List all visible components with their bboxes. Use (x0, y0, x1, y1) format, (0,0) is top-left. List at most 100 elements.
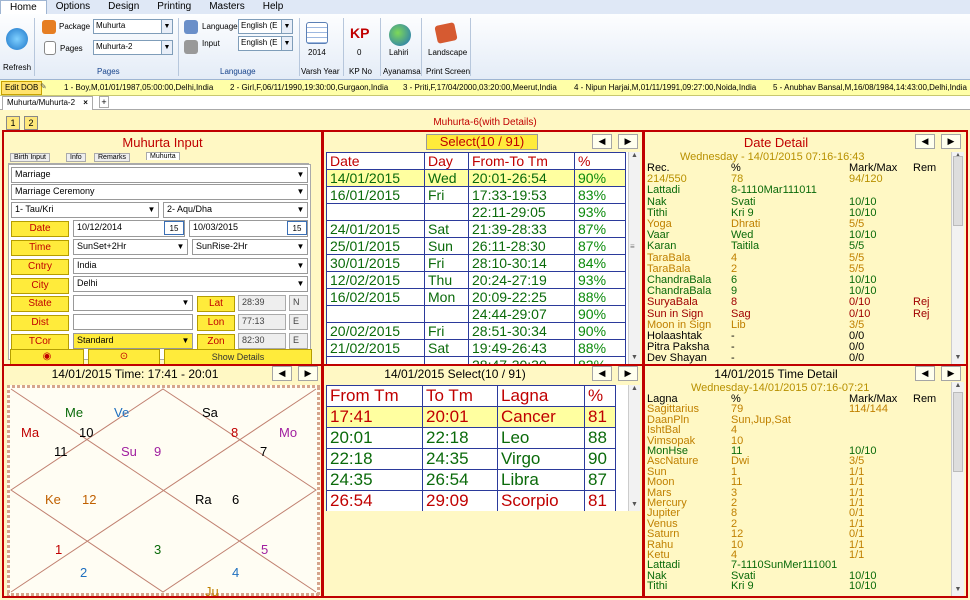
table-row[interactable]: 24:35 26:54 Libra 87 (326, 469, 616, 491)
scroll-down-icon[interactable]: ▼ (629, 354, 640, 364)
date-from-input[interactable]: 10/12/2014 15 (73, 220, 185, 237)
lagna-scrollbar[interactable]: ▲ ▼ (628, 385, 640, 511)
tab-add-icon[interactable]: + (99, 96, 109, 108)
calendar-icon[interactable] (306, 22, 328, 44)
to-rasi-select[interactable]: 2- Aqu/Dha ▼ (163, 202, 308, 218)
show-details-button[interactable]: Show Details (164, 349, 312, 365)
patient-item[interactable]: 5 - Anubhav Bansal,M,16/08/1984,14:43:00… (773, 83, 967, 92)
table-row[interactable]: 22:11-29:05 93% (326, 203, 626, 221)
zon-direction[interactable]: E (289, 333, 308, 349)
pages-select[interactable]: Muhurta-2 ▼ (93, 40, 173, 55)
country-select[interactable]: India ▼ (73, 258, 308, 274)
globe-button[interactable]: ◉ (10, 349, 84, 365)
table-row[interactable]: 16/01/2015 Fri 17:33-19:53 83% (326, 186, 626, 204)
date-to-input[interactable]: 10/03/2015 15 (189, 220, 308, 237)
time-detail-scrollbar[interactable]: ▲ ▼ (951, 382, 964, 596)
print-screen-button[interactable]: Print Screen (426, 67, 470, 76)
time-from-select[interactable]: SunSet+2Hr ▼ (73, 239, 188, 255)
menu-help[interactable]: Help (254, 0, 293, 14)
table-row[interactable]: 30/01/2015 Fri 28:10-30:14 84% (326, 254, 626, 272)
scroll-down-icon[interactable]: ▼ (952, 586, 964, 596)
calendar-icon[interactable]: 15 (164, 221, 184, 235)
target-button[interactable]: ⊙ (88, 349, 160, 365)
scroll-up-icon[interactable]: ▲ (952, 382, 964, 392)
table-row[interactable]: 24:44-29:07 90% (326, 305, 626, 323)
lon-value[interactable]: 77:13 (238, 314, 286, 330)
select-scrollbar[interactable]: ▲ ≡ ▼ (628, 152, 640, 364)
next-button[interactable]: ▶ (618, 366, 638, 381)
patient-item[interactable]: 4 - Nipun Harjai,M,01/11/1991,09:27:00,N… (574, 83, 756, 92)
table-row[interactable]: 28:47-30:3082% (326, 356, 626, 364)
menu-printing[interactable]: Printing (148, 0, 200, 14)
prev-button[interactable]: ◀ (915, 366, 935, 381)
zon-value[interactable]: 82:30 (238, 333, 286, 349)
next-button[interactable]: ▶ (941, 366, 961, 381)
tcor-select[interactable]: Standard ▼ (73, 333, 193, 349)
patient-item[interactable]: 1 - Boy,M,01/01/1987,05:00:00,Delhi,Indi… (64, 83, 213, 92)
detail-cell: 114/144 (849, 403, 888, 416)
lon-direction[interactable]: E (289, 314, 308, 330)
next-button[interactable]: ▶ (298, 366, 318, 381)
ceremony-select[interactable]: Marriage Ceremony ▼ (11, 184, 308, 200)
tab-info[interactable]: Info (66, 153, 86, 162)
edit-dob-button[interactable]: Edit DOB (1, 81, 43, 95)
tab-remarks[interactable]: Remarks (94, 153, 131, 162)
table-row[interactable]: 24/01/2015 Sat 21:39-28:33 87% (326, 220, 626, 238)
varsh-year-button[interactable]: Varsh Year (301, 67, 340, 76)
menu-home[interactable]: Home (0, 0, 47, 14)
prev-button[interactable]: ◀ (915, 134, 935, 149)
table-row[interactable]: 14/01/2015 Wed 20:01-26:54 90% (326, 169, 626, 187)
lat-direction[interactable]: N (289, 295, 308, 311)
from-rasi-select[interactable]: 1- Tau/Kri ▼ (11, 202, 159, 218)
close-icon[interactable]: × (83, 98, 88, 107)
calendar-icon[interactable]: 15 (287, 221, 307, 235)
next-button[interactable]: ▶ (941, 134, 961, 149)
table-row[interactable]: 21/02/2015 Sat 19:49-26:43 88% (326, 339, 626, 357)
scroll-up-icon[interactable]: ▲ (629, 385, 640, 395)
table-row[interactable]: 16/02/2015 Mon 20:09-22:25 88% (326, 288, 626, 306)
table-row[interactable]: 26:54 29:09 Scorpio 81 (326, 490, 616, 511)
kp-icon[interactable]: KP (350, 25, 369, 41)
refresh-button[interactable]: Refresh (3, 63, 31, 72)
table-row[interactable]: 20/02/2015 Fri 28:51-30:34 90% (326, 322, 626, 340)
detail-cell: Kri 9 (731, 580, 754, 593)
date-detail-scrollbar[interactable]: ▲ ▼ (951, 152, 964, 364)
city-select[interactable]: Delhi ▼ (73, 276, 308, 292)
patient-item[interactable]: 3 - Priti,F,17/04/2000,03:20:00,Meerut,I… (403, 83, 557, 92)
scroll-down-icon[interactable]: ▼ (952, 354, 964, 364)
print-icon[interactable] (434, 22, 458, 44)
menu-design[interactable]: Design (99, 0, 148, 14)
purpose-select[interactable]: Marriage ▼ (11, 167, 308, 183)
tab-muhurta[interactable]: Muhurta (146, 152, 180, 160)
refresh-icon[interactable] (6, 28, 28, 50)
tab-muhurta[interactable]: Muhurta/Muhurta-2 × (2, 96, 93, 110)
table-row[interactable]: 20:01 22:18 Leo 88 (326, 427, 616, 449)
prev-button[interactable]: ◀ (592, 366, 612, 381)
detail-cell: 6 (731, 274, 738, 286)
patient-item[interactable]: 2 - Girl,F,06/11/1990,19:30:00,Gurgaon,I… (230, 83, 388, 92)
prev-button[interactable]: ◀ (592, 134, 612, 149)
menu-masters[interactable]: Masters (200, 0, 254, 14)
pencil-icon[interactable]: ✎ (40, 82, 47, 91)
language-select[interactable]: English (E ▼ (238, 19, 293, 34)
input-select[interactable]: English (E ▼ (238, 36, 293, 51)
globe-icon[interactable] (389, 24, 411, 46)
table-row[interactable]: 12/02/2015 Thu 20:24-27:19 93% (326, 271, 626, 289)
kp-no-button[interactable]: KP No (349, 67, 372, 76)
scroll-down-icon[interactable]: ▼ (629, 501, 640, 511)
package-select[interactable]: Muhurta ▼ (93, 19, 173, 34)
tab-birth-input[interactable]: Birth Input (10, 153, 50, 162)
menu-options[interactable]: Options (47, 0, 99, 14)
table-row[interactable]: 22:18 24:35 Virgo 90 (326, 448, 616, 470)
time-to-select[interactable]: SunRise-2Hr ▼ (192, 239, 308, 255)
scroll-up-icon[interactable]: ▲ (629, 152, 640, 162)
dist-input[interactable] (73, 314, 193, 330)
table-row[interactable]: 17:41 20:01 Cancer 81 (326, 406, 616, 428)
table-row[interactable]: 25/01/2015 Sun 26:11-28:30 87% (326, 237, 626, 255)
state-select[interactable]: ▼ (73, 295, 193, 311)
ayanamsa-button[interactable]: Ayanamsa (383, 67, 421, 76)
prev-button[interactable]: ◀ (272, 366, 292, 381)
next-button[interactable]: ▶ (618, 134, 638, 149)
lat-value[interactable]: 28:39 (238, 295, 286, 311)
menu-bar: Home Options Design Printing Masters Hel… (0, 0, 970, 14)
